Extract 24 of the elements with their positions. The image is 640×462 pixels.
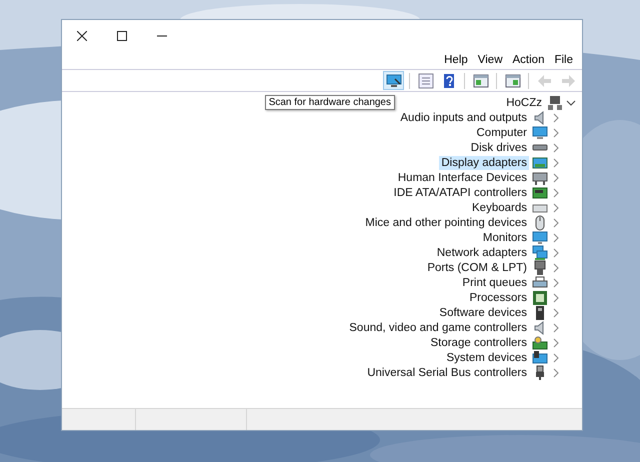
tree-item[interactable]: Display adapters <box>439 156 529 170</box>
tree-item[interactable]: Keyboards <box>470 200 529 214</box>
tree-item[interactable]: Monitors <box>480 230 529 244</box>
tree-item[interactable]: Software devices <box>437 306 529 320</box>
menu-item[interactable]: View <box>472 52 508 69</box>
tree-item[interactable]: System devices <box>444 350 529 364</box>
menu-item[interactable]: File <box>549 52 578 69</box>
tree-item[interactable]: Computer <box>474 126 529 140</box>
tree-item[interactable]: Mice and other pointing devices <box>363 216 529 230</box>
tree-item[interactable]: Processors <box>467 290 529 304</box>
menu-item[interactable]: Help <box>439 52 473 69</box>
tree-item[interactable]: Audio inputs and outputs <box>398 110 529 124</box>
tree-item[interactable]: Disk drives <box>468 140 529 154</box>
tree-item[interactable]: Print queues <box>460 276 529 290</box>
tooltip: Scan for hardware changes <box>264 95 395 110</box>
tree-item[interactable]: HoCZz <box>504 96 544 110</box>
tree-item[interactable]: Ports (COM & LPT) <box>425 260 529 274</box>
tree-item[interactable]: Storage controllers <box>428 336 529 350</box>
tree-item[interactable]: Sound, video and game controllers <box>347 320 529 334</box>
tree-item[interactable]: Network adapters <box>434 246 529 260</box>
tree-item[interactable]: IDE ATA/ATAPI controllers <box>392 186 529 200</box>
tree-item[interactable]: Human Interface Devices <box>396 170 529 184</box>
menu-item[interactable]: Action <box>508 52 550 69</box>
tree-item[interactable]: Universal Serial Bus controllers <box>365 366 529 380</box>
